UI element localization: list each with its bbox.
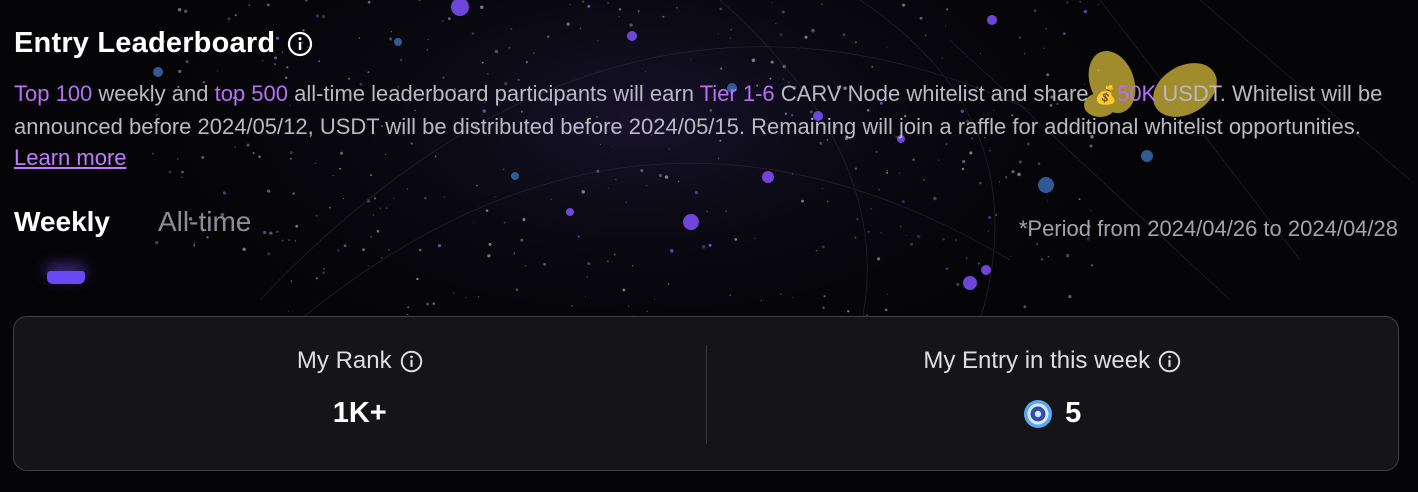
highlight-amount: 50K <box>1117 81 1157 106</box>
highlight-top-500: top 500 <box>214 81 288 106</box>
description-text: CARV Node whitelist and share <box>774 81 1095 106</box>
my-entry-value-row: 5 <box>1023 397 1081 430</box>
leaderboard-description: Top 100 weekly and top 500 all-time lead… <box>14 78 1404 173</box>
entry-coin-icon <box>1023 399 1053 429</box>
info-icon[interactable] <box>1158 350 1181 373</box>
highlight-top-100: Top 100 <box>14 81 93 106</box>
highlight-tier: Tier 1-6 <box>699 81 775 106</box>
my-entry-label-row: My Entry in this week <box>923 347 1181 375</box>
page-title: Entry Leaderboard <box>14 27 276 59</box>
leaderboard-tabs: Weekly All-time <box>14 206 251 238</box>
description-text: weekly and <box>92 81 215 106</box>
title-row: Entry Leaderboard <box>14 27 313 60</box>
info-icon[interactable] <box>400 350 423 373</box>
my-rank-label: My Rank <box>296 347 392 374</box>
info-icon[interactable] <box>287 31 313 57</box>
my-rank-value: 1K+ <box>332 397 387 429</box>
my-rank-label-row: My Rank <box>297 347 423 375</box>
money-bag-icon: 💰 <box>1094 85 1118 105</box>
tab-all-time[interactable]: All-time <box>158 206 251 238</box>
active-tab-indicator <box>47 271 85 284</box>
period-text: *Period from 2024/04/26 to 2024/04/28 <box>1018 216 1398 241</box>
my-entry-label: My Entry in this week <box>923 347 1151 374</box>
my-entry-value: 5 <box>1065 397 1082 429</box>
my-rank-section: My Rank 1K+ <box>14 317 706 470</box>
stats-card: My Rank 1K+ My Entry in this week 5 <box>13 316 1399 471</box>
learn-more-link[interactable]: Learn more <box>14 145 127 170</box>
description-text: all-time leaderboard participants will e… <box>288 81 700 106</box>
my-rank-value-row: 1K+ <box>333 397 387 430</box>
tab-weekly[interactable]: Weekly <box>14 206 110 238</box>
my-entry-section: My Entry in this week 5 <box>707 317 1399 470</box>
